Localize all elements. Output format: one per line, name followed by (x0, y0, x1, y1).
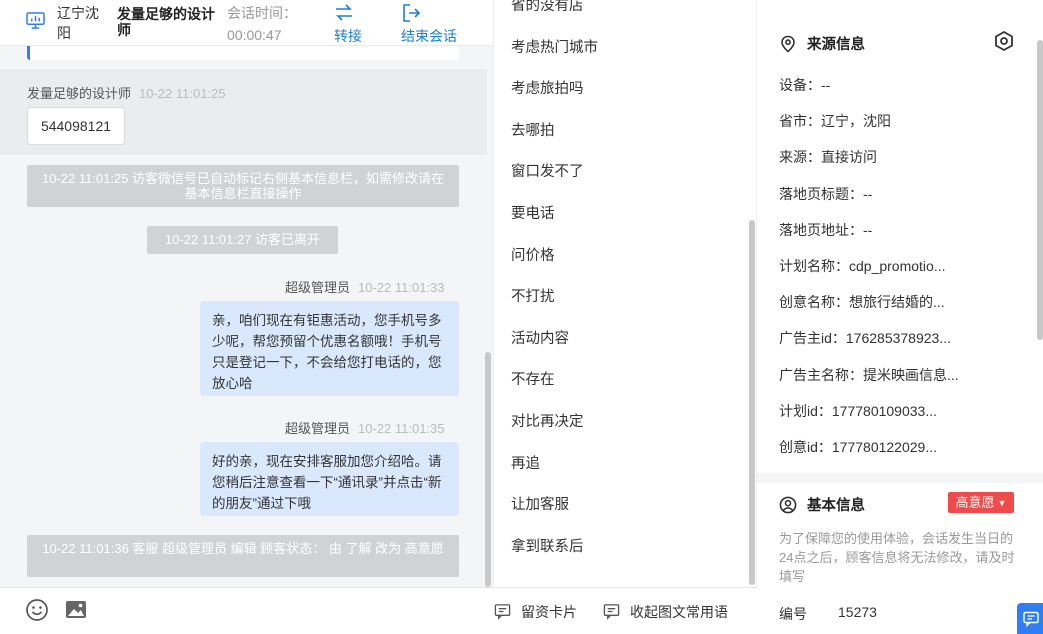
agent-sender-name: 超级管理员 (285, 280, 351, 295)
end-session-button[interactable]: 结束会话 (401, 0, 457, 46)
user-circle-icon (779, 496, 797, 513)
phrase-item[interactable]: 窗口发不了 (511, 160, 584, 181)
source-info-row: 创意名称：想旅行结婚的... (779, 294, 945, 311)
session-timer-value: 00:00:47 (227, 27, 282, 43)
chat-panel: 发量足够的设计师 10-22 11:01:25 544098121 10-22 1… (0, 0, 493, 634)
transfer-button[interactable]: 转接 (334, 0, 362, 46)
customer-id-label: 编号 (779, 606, 807, 622)
monitor-icon (26, 12, 45, 29)
visitor-message-content: 544098121 (27, 107, 125, 145)
session-timer-label: 会话时间： (227, 5, 297, 21)
end-session-label: 结束会话 (401, 28, 457, 44)
session-timer: 会话时间： 00:00:47 (227, 2, 297, 46)
lead-card-label: 留资卡片 (521, 603, 577, 620)
visitor-location: 辽宁沈阳 (57, 5, 99, 41)
source-info-label: 来源信息 (807, 37, 865, 53)
visitor-name: 发量足够的设计师 (117, 6, 215, 38)
source-info-row: 计划名称：cdp_promotio... (779, 258, 946, 274)
transfer-icon (336, 4, 352, 21)
system-note-status-change: 10-22 11:01:36 客服 超级管理员 编辑 顾客状态： 由 了解 改为… (27, 535, 459, 577)
visitor-info-panel: 来源信息 设备：-- 省市：辽宁，沈阳 来源：直接访问 落地页标题：-- 落地页地址：-… (757, 0, 1043, 634)
floating-chat-button[interactable] (1017, 603, 1043, 634)
collapse-phrases-label: 收起图文常用语 (630, 603, 728, 620)
source-info-row: 广告主名称：提米映画信息... (779, 366, 959, 383)
agent-message-bubble-1: 亲，咱们现在有钜惠活动，您手机号多少呢，帮您预留个优惠名额哦！手机号只是登记一下… (200, 301, 459, 396)
card-icon (494, 604, 511, 620)
smile-icon[interactable] (25, 598, 49, 622)
intent-status-dropdown[interactable]: 高意愿 ▼ (948, 492, 1014, 513)
chat-header: 辽宁沈阳 发量足够的设计师 会话时间： 00:00:47 转接 结束会话 (0, 0, 493, 46)
phrase-item[interactable]: 再追 (511, 452, 540, 473)
section-divider (757, 473, 1043, 483)
phrases-scrollbar[interactable] (749, 220, 755, 585)
image-icon[interactable] (64, 598, 88, 622)
phrase-item[interactable]: 考虑热门城市 (511, 36, 598, 57)
caret-down-icon: ▼ (997, 498, 1007, 508)
source-info-row: 省市：辽宁，沈阳 (779, 113, 891, 130)
phrase-item[interactable]: 省的没有店 (511, 0, 584, 15)
customer-id-value: 15273 (838, 604, 877, 620)
phrase-item[interactable]: 不存在 (511, 368, 555, 389)
source-info-row: 广告主id：176285378923... (779, 330, 951, 347)
phrase-item[interactable]: 考虑旅拍吗 (511, 77, 584, 98)
phrase-item[interactable]: 对比再决定 (511, 410, 584, 431)
info-scrollbar[interactable] (1037, 40, 1043, 340)
intent-status-value: 高意愿 (955, 495, 995, 510)
chat-toolbar: 留资卡片 收起图文常用语 (0, 587, 757, 634)
source-info-row: 创意id：177780122029... (779, 439, 937, 455)
visitor-sender-name: 发量足够的设计师 (27, 86, 132, 101)
message-icon (603, 604, 620, 620)
visitor-sender-line: 发量足够的设计师 10-22 11:01:25 (27, 83, 226, 102)
agent-sender-name: 超级管理员 (285, 421, 351, 436)
eye-icon[interactable] (993, 30, 1015, 52)
system-note-visitor-left: 10-22 11:01:27 访客已离开 (147, 226, 338, 254)
agent-sender-line-1: 超级管理员 10-22 11:01:33 (285, 277, 445, 296)
source-info-row: 落地页地址：-- (779, 221, 873, 238)
base-info-title: 基本信息 (779, 494, 865, 515)
agent-sender-line-2: 超级管理员 10-22 11:01:35 (285, 418, 445, 437)
phrase-item[interactable]: 去哪拍 (511, 119, 555, 140)
chat-bubble-icon (1023, 611, 1039, 627)
lead-card-button[interactable]: 留资卡片 (494, 588, 577, 634)
exit-icon (403, 4, 421, 22)
phrase-item[interactable]: 不打扰 (511, 285, 555, 306)
source-info-title: 来源信息 (779, 33, 865, 54)
phrase-item[interactable]: 活动内容 (511, 327, 569, 348)
visitor-message-time: 10-22 11:01:25 (139, 86, 226, 101)
common-phrases-panel: 省的没有店考虑热门城市 考虑旅拍吗去哪拍窗口发不了要电话问价格不打扰活动内容不存在… (493, 0, 757, 587)
collapse-phrases-button[interactable]: 收起图文常用语 (603, 588, 728, 634)
agent-message-bubble-2: 好的亲，现在安排客服加您介绍哈。请您稍后注意查看一下“通讯录”并点击“新的朋友”… (200, 442, 459, 516)
phrase-item[interactable]: 问价格 (511, 244, 555, 265)
system-note-wechat-marked: 10-22 11:01:25 访客微信号已自动标记右侧基本信息栏，如需修改请在基… (27, 165, 459, 207)
source-info-row: 设备：-- (779, 77, 831, 93)
source-info-row: 计划id：177780109033... (779, 402, 937, 419)
base-info-notice: 为了保障您的使用体验，会话发生当日的24点之后，顾客信息将无法修改，请及时填写 (779, 531, 1015, 584)
transfer-label: 转接 (334, 28, 362, 44)
phrase-item[interactable]: 让加客服 (511, 493, 569, 514)
phrase-item[interactable]: 要电话 (511, 202, 555, 223)
chat-scrollbar[interactable] (485, 352, 491, 587)
base-info-label: 基本信息 (807, 498, 865, 514)
source-info-row: 来源：直接访问 (779, 149, 877, 166)
phrase-item[interactable]: 拿到联系后 (511, 535, 584, 556)
previous-message-card (27, 46, 459, 60)
agent-message-time: 10-22 11:01:35 (358, 421, 445, 436)
source-info-row: 落地页标题：-- (779, 185, 873, 202)
location-pin-icon (781, 35, 795, 53)
agent-message-time: 10-22 11:01:33 (358, 280, 445, 295)
